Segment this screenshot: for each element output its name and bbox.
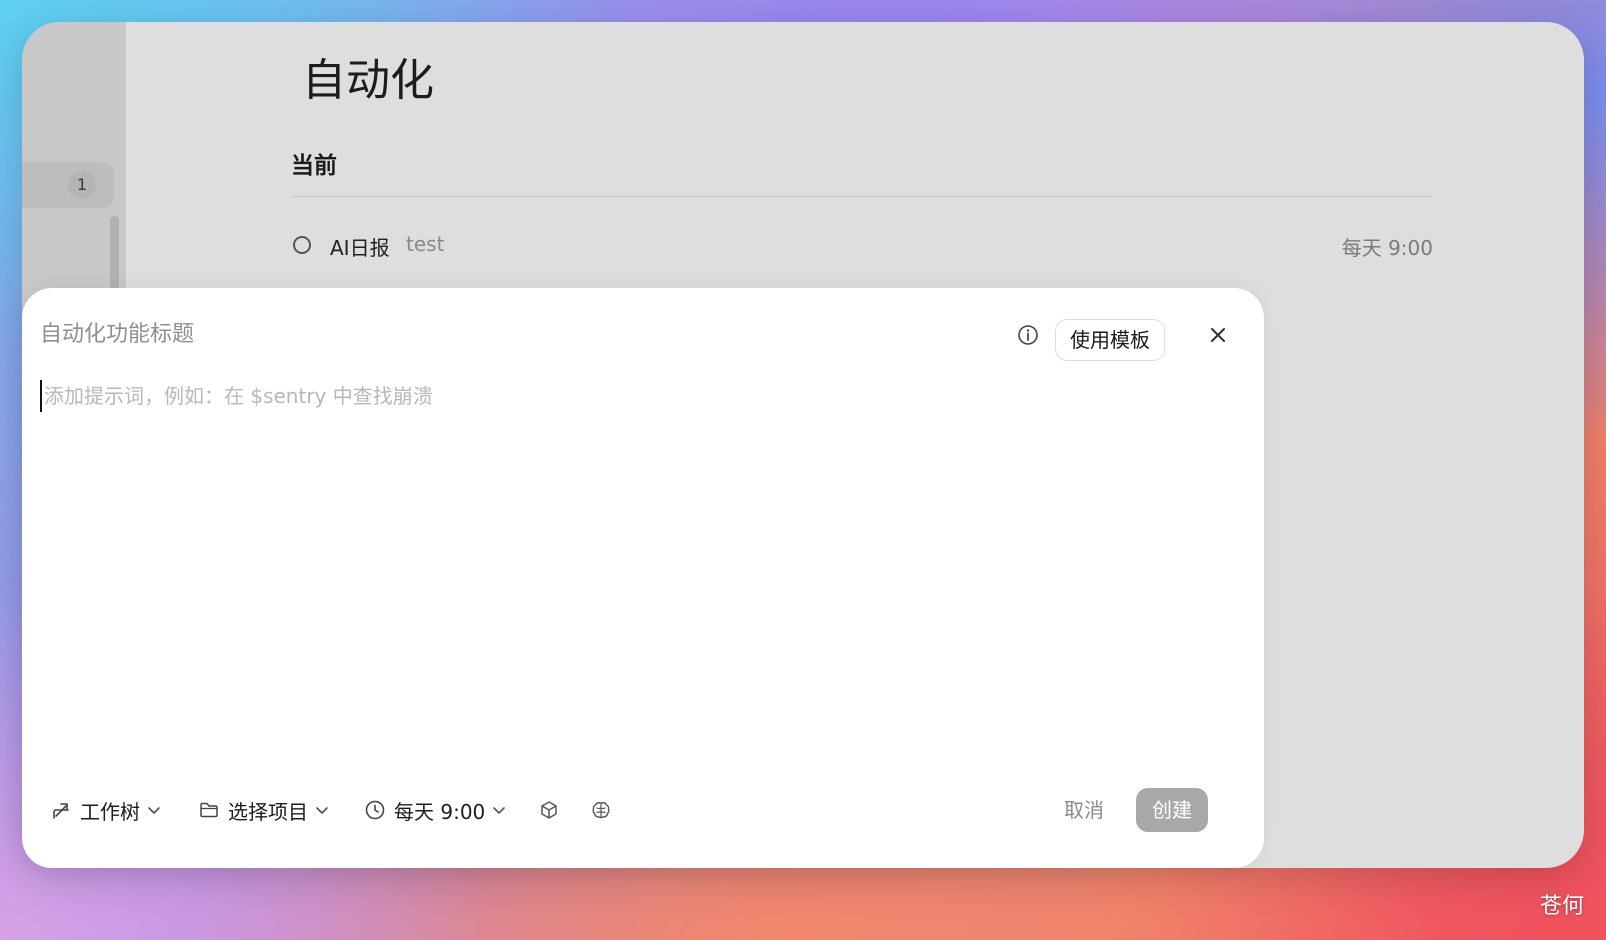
watermark: 苍何 [1539, 894, 1584, 919]
automation-title-input[interactable] [40, 316, 940, 352]
close-icon[interactable] [1206, 323, 1230, 347]
cube-icon [538, 799, 560, 821]
automation-name: AI日报 [330, 236, 390, 260]
automation-row[interactable]: AI日报 test 每天 9:00 [291, 226, 1433, 266]
dialog-toolbar: 工作树 选择项目 每天 9:00 取消 创建 [50, 788, 1236, 832]
prompt-textarea[interactable] [40, 380, 1234, 412]
chevron-down-icon [491, 802, 507, 818]
sidebar-item-selected[interactable]: 1 [22, 162, 114, 208]
cancel-button[interactable]: 取消 [1064, 788, 1104, 832]
info-icon[interactable] [1016, 323, 1040, 347]
use-template-button[interactable]: 使用模板 [1055, 319, 1165, 361]
worktree-icon [50, 799, 72, 821]
environment-button[interactable] [538, 788, 560, 832]
section-title: 当前 [291, 153, 337, 179]
automation-schedule: 每天 9:00 [1341, 236, 1433, 260]
worktree-selector[interactable]: 工作树 [50, 788, 162, 832]
chevron-down-icon [146, 802, 162, 818]
page-title: 自动化 [302, 55, 434, 106]
section-divider [291, 196, 1433, 197]
clock-icon [364, 799, 386, 821]
project-selector[interactable]: 选择项目 [198, 788, 330, 832]
automation-status-radio[interactable] [293, 236, 311, 254]
schedule-selector[interactable]: 每天 9:00 [364, 788, 507, 832]
create-button[interactable]: 创建 [1136, 788, 1208, 832]
sidebar-count-badge: 1 [68, 171, 96, 199]
create-automation-dialog: 使用模板 工作树 [22, 288, 1264, 868]
folder-icon [198, 799, 220, 821]
worktree-label: 工作树 [80, 799, 140, 824]
brain-icon [590, 799, 612, 821]
automation-description: test [406, 232, 445, 256]
schedule-label: 每天 9:00 [394, 799, 486, 824]
project-label: 选择项目 [228, 799, 308, 824]
chevron-down-icon [314, 802, 330, 818]
model-button[interactable] [590, 788, 612, 832]
